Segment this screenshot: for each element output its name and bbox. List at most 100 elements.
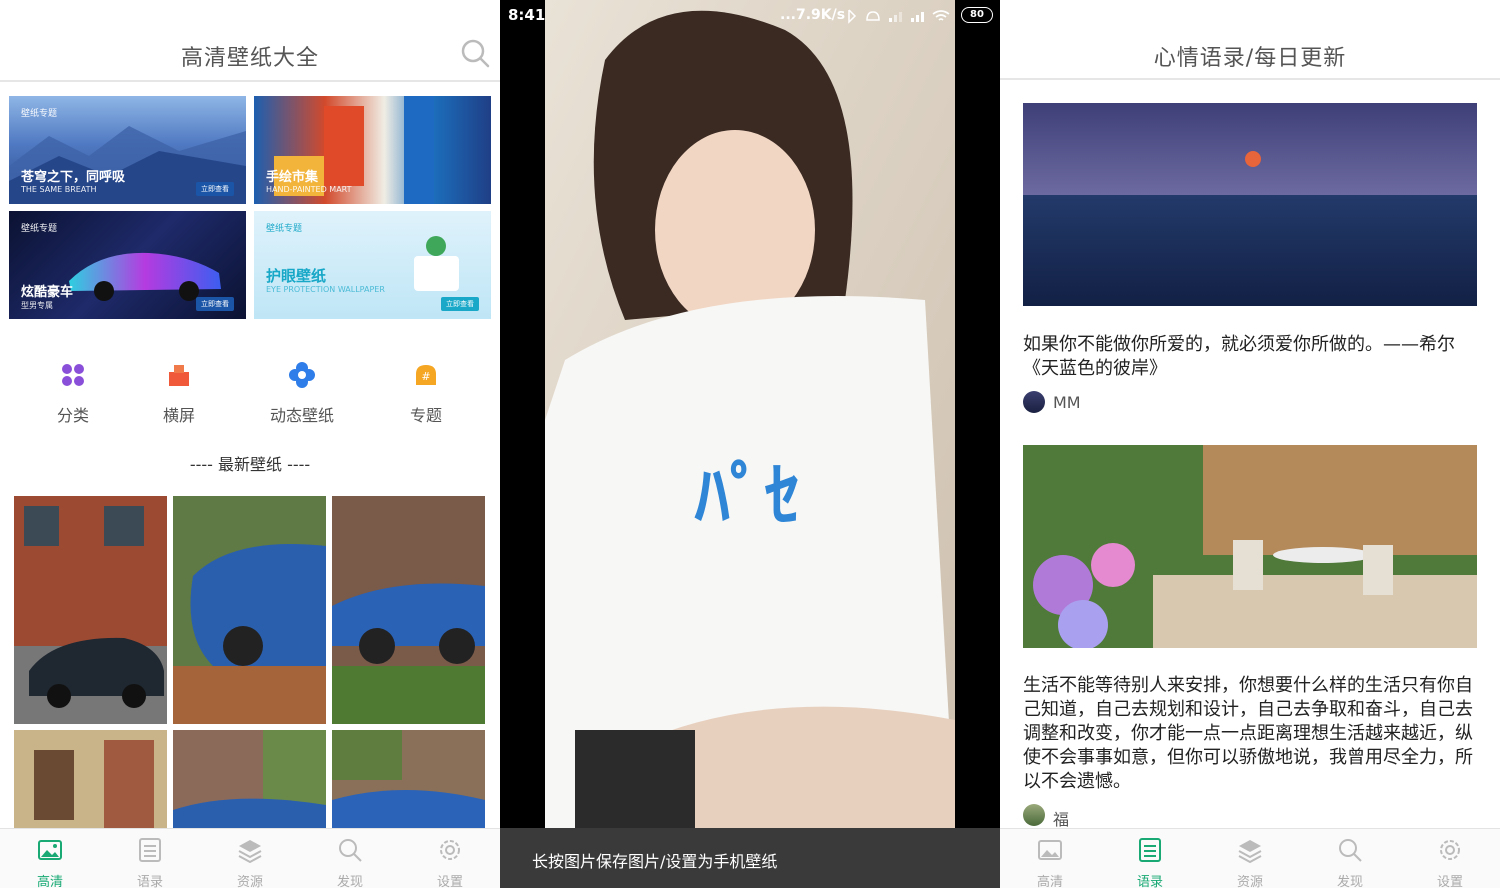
category-live-wallpaper[interactable]: 动态壁纸 [257,362,347,426]
clock: 8:41 [508,6,546,24]
view-now-button[interactable]: 立即查看 [196,182,234,196]
author-name: MM [1053,393,1081,412]
tab-quotes[interactable]: 语录 [1110,837,1190,888]
tab-discover[interactable]: 发现 [1310,837,1390,888]
banner-subtitle: EYE PROTECTION WALLPAPER [266,285,385,294]
wallpaper-thumb[interactable] [14,730,167,828]
wallpaper-thumb[interactable] [173,730,326,828]
view-now-button[interactable]: 立即查看 [196,297,234,311]
tab-label: 高清 [1036,875,1063,888]
tab-quotes[interactable]: 语录 [110,837,190,888]
banner-tag: 壁纸专题 [266,224,303,234]
category-classify[interactable]: 分类 [28,362,118,426]
wallpaper-preview-screen: ﾊﾟｾ 8:41 ...7.9K/s 80 长按图片保存图片/设置为手机壁纸 [500,0,1000,888]
tab-settings[interactable]: 设置 [410,837,490,888]
list-icon [1139,838,1161,862]
wallpaper-thumb[interactable] [173,496,326,724]
page-title: 高清壁纸大全 [180,46,319,71]
tab-discover[interactable]: 发现 [310,837,390,888]
category-topics[interactable]: # 专题 [381,362,471,426]
tab-hd[interactable]: 高清 [10,837,90,888]
layers-icon [1238,840,1262,864]
landscape-icon [169,365,189,386]
view-now-button[interactable]: 立即查看 [441,297,479,311]
banner-hand-painted-mart[interactable]: 手绘市集 HAND-PAINTED MART [254,96,491,204]
banner-cool-cars[interactable]: 壁纸专题 炫酷豪车 型男专属 立即查看 [9,211,246,319]
app-header: 心情语录/每日更新 [1000,0,1500,80]
bottom-tab-bar: 高清 语录 资源 发现 设置 [1000,828,1500,888]
svg-text:#: # [421,370,430,383]
search-icon[interactable] [460,38,490,68]
tab-settings[interactable]: 设置 [1410,837,1490,888]
banner-subtitle: 型男专属 [21,301,53,310]
tab-label: 设置 [1436,875,1463,888]
bell-off-icon [866,11,880,21]
quotes-screen: 心情语录/每日更新 如果你不能做你所爱的，就必须爱你所做的。——希尔《天蓝色的彼… [1000,0,1500,888]
page-title: 心情语录/每日更新 [1153,46,1347,71]
tab-label: 语录 [1136,875,1163,888]
banner-title: 手绘市集 [266,170,319,185]
wallpaper-thumb[interactable] [14,496,167,724]
svg-text:ﾊﾟｾ: ﾊﾟｾ [694,455,800,537]
blue-cobra-image [173,496,326,724]
quote-image[interactable] [1023,103,1477,306]
banner-title: 炫酷豪车 [21,285,74,300]
tab-label: 发现 [336,875,363,888]
avatar [1023,804,1045,826]
tab-label: 设置 [436,875,463,888]
app-header: 高清壁纸大全 [0,0,500,82]
wallpaper-thumb[interactable] [332,730,485,828]
blue-cobra-side-image [332,496,485,724]
banner-tag: 壁纸专题 [21,224,58,234]
category-landscape[interactable]: 横屏 [134,362,224,426]
image-icon [38,840,62,860]
tab-label: 资源 [1236,875,1263,888]
list-icon [139,838,161,862]
wifi-icon [932,10,950,21]
battery-indicator: 80 [961,7,993,23]
latest-wallpapers-heading: ---- 最新壁纸 ---- [189,455,311,474]
quote-image[interactable] [1023,445,1477,648]
tab-label: 高清 [36,875,63,888]
tab-label: 语录 [136,875,163,888]
discover-search-icon [339,839,362,862]
hint-bar: 长按图片保存图片/设置为手机壁纸 [500,828,1000,888]
wallpaper-home-screen: 高清壁纸大全 壁纸专题 苍穹之下，同呼吸 THE SAME BREATH 立即查… [0,0,500,888]
quote-text: 如果你不能做你所爱的，就必须爱你所做的。——希尔《天蓝色的彼岸》 [1023,334,1455,379]
tab-hd[interactable]: 高清 [1010,837,1090,888]
banner-eye-protection[interactable]: 壁纸专题 护眼壁纸 EYE PROTECTION WALLPAPER 立即查看 [254,211,491,319]
gear-icon [440,840,460,860]
portrait-photo: ﾊﾟｾ [545,0,955,828]
flower-icon [289,362,315,388]
discover-search-icon [1339,839,1362,862]
layers-icon [238,840,262,864]
garden-car-image [332,730,485,828]
screen-root: 高清壁纸大全 壁纸专题 苍穹之下，同呼吸 THE SAME BREATH 立即查… [0,0,1500,888]
brick-wall-image [173,730,326,828]
banner-same-breath[interactable]: 壁纸专题 苍穹之下，同呼吸 THE SAME BREATH 立即查看 [9,96,246,204]
grid-icon [62,364,84,386]
wallpaper-full-image[interactable]: ﾊﾟｾ [545,0,955,828]
bluetooth-icon [848,9,857,24]
sea-moon-photo [1023,103,1477,306]
quote-text: 生活不能等待别人来安排，你想要什么样的生活只有你自己知道，自己去规划和设计，自己… [1023,675,1473,792]
banner-title: 苍穹之下，同呼吸 [21,170,126,185]
category-label: 横屏 [162,406,195,425]
banner-title: 护眼壁纸 [266,267,327,285]
tab-resources[interactable]: 资源 [1210,837,1290,888]
network-speed: ...7.9K/s [780,7,846,23]
tab-resources[interactable]: 资源 [210,837,290,888]
avatar [1023,391,1045,413]
brick-house-car-image [14,496,167,724]
gear-icon [1440,840,1460,860]
category-label: 分类 [56,406,89,425]
tab-label: 发现 [1336,875,1363,888]
bottom-tab-bar: 高清 语录 资源 发现 设置 [0,828,500,888]
category-label: 动态壁纸 [269,406,334,425]
house-facade-image [14,730,167,828]
garden-patio-photo [1023,445,1477,648]
banner-subtitle: THE SAME BREATH [21,185,97,194]
banner-subtitle: HAND-PAINTED MART [266,185,352,194]
save-hint-text: 长按图片保存图片/设置为手机壁纸 [532,852,778,871]
wallpaper-thumb[interactable] [332,496,485,724]
